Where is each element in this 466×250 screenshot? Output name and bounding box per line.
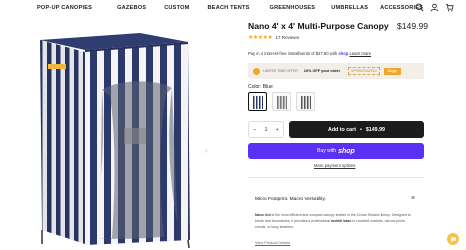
promo-code: SPRINGSAVE10 xyxy=(348,67,380,75)
search-icon[interactable] xyxy=(415,3,424,12)
nav-links: POP-UP CANOPIES GAZEBOS CUSTOM BEACH TEN… xyxy=(37,5,423,11)
promo-offer: 10% OFF your order xyxy=(303,69,341,73)
view-product-details-link[interactable]: View Product Details xyxy=(255,241,290,245)
add-to-cart-separator: • xyxy=(359,126,362,133)
rating[interactable]: ★★★★★ 17 Reviews xyxy=(248,34,299,41)
top-navigation: POP-UP CANOPIES GAZEBOS CUSTOM BEACH TEN… xyxy=(0,0,466,17)
shoppay-mini-logo: shop xyxy=(338,51,349,56)
learn-more-link[interactable]: Learn more xyxy=(350,51,371,56)
chat-widget-button[interactable] xyxy=(447,233,459,245)
product-image-canopy xyxy=(40,33,190,249)
nav-link-beach-tents[interactable]: BEACH TENTS xyxy=(208,5,250,11)
shoppay-label: Buy with xyxy=(317,148,337,154)
promo-label: LIMITED TIME OFFER xyxy=(263,69,298,73)
nav-link-gazebos[interactable]: GAZEBOS xyxy=(117,5,146,11)
gallery-next-button[interactable]: › xyxy=(205,148,207,155)
swatch-blue-image xyxy=(252,96,263,109)
description-accordion: Micro Footprint. Macro Versatility. × Na… xyxy=(248,177,424,245)
nav-link-popup-canopies[interactable]: POP-UP CANOPIES xyxy=(37,5,92,11)
close-icon[interactable]: × xyxy=(411,195,415,202)
swatch-dark-image xyxy=(300,96,311,109)
nav-link-umbrellas[interactable]: UMBRELLAS xyxy=(331,5,368,11)
nav-link-greenhouses[interactable]: GREENHOUSES xyxy=(270,5,316,11)
description-heading[interactable]: Micro Footprint. Macro Versatility. xyxy=(255,197,326,202)
buy-with-shoppay-button[interactable]: Buy with shop xyxy=(248,143,424,159)
add-to-cart-price: $149.99 xyxy=(365,126,385,133)
promo-copy-button[interactable]: Copy xyxy=(383,67,401,75)
qty-decrease-button[interactable]: − xyxy=(253,127,256,133)
more-payment-options-link[interactable]: More payment options xyxy=(314,163,355,168)
installments-info: Pay in 4 interest-free installments of $… xyxy=(248,51,371,56)
add-to-cart-label: Add to cart xyxy=(328,126,356,133)
nav-link-custom[interactable]: CUSTOM xyxy=(164,5,189,11)
chat-icon xyxy=(450,236,456,242)
color-label: Color: Blue xyxy=(248,84,273,90)
rating-stars: ★★★★★ xyxy=(248,35,273,41)
quantity-stepper: − 1 + xyxy=(248,121,284,138)
add-to-cart-button[interactable]: Add to cart • $149.99 xyxy=(289,121,424,138)
qty-value[interactable]: 1 xyxy=(264,127,267,133)
color-swatches xyxy=(248,92,315,111)
nav-icons xyxy=(415,3,454,12)
product-price: $149.99 xyxy=(397,21,429,31)
cart-icon[interactable] xyxy=(445,3,454,12)
promo-badge-icon xyxy=(253,67,260,75)
swatch-blue[interactable] xyxy=(248,92,267,111)
swatch-dark[interactable] xyxy=(296,92,315,111)
shoppay-logo: shop xyxy=(338,147,355,155)
promo-banner: LIMITED TIME OFFER 10% OFF your order SP… xyxy=(248,63,424,79)
description-brand: Nano 4×4 xyxy=(255,213,271,217)
swatch-gray[interactable] xyxy=(272,92,291,111)
installments-text: Pay in 4 interest-free installments of $… xyxy=(248,51,338,56)
reviews-count[interactable]: 17 Reviews xyxy=(275,35,299,40)
swatch-gray-image xyxy=(276,96,287,109)
description-bold: mobile base xyxy=(331,219,352,223)
description-body: Nano 4×4 is the most efficient and compa… xyxy=(255,212,417,230)
qty-increase-button[interactable]: + xyxy=(276,127,279,133)
product-title: Nano 4' x 4' Multi-Purpose Canopy xyxy=(248,21,389,31)
user-icon[interactable] xyxy=(430,3,439,12)
